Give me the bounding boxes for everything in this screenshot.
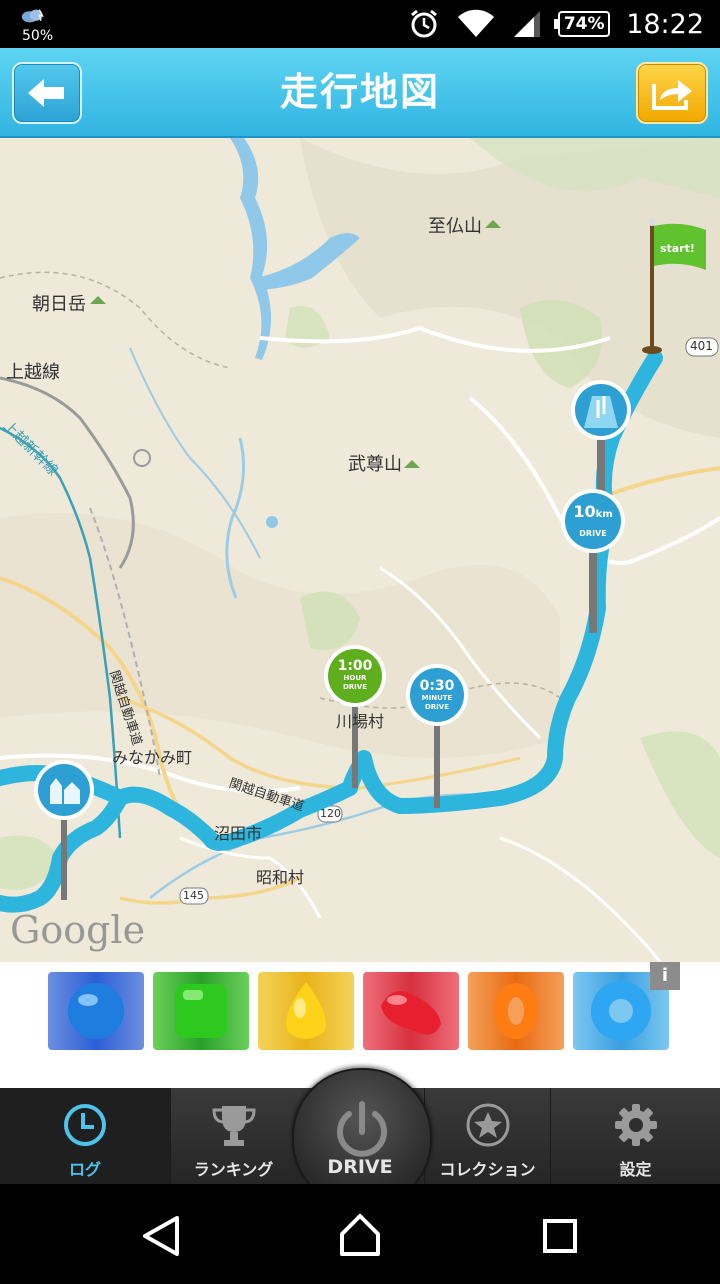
nav-home-button[interactable] <box>300 1184 420 1280</box>
app-header: 走行地図 <box>0 48 720 138</box>
tab-collection[interactable]: コレクション <box>424 1088 550 1184</box>
route-badge-120: 120 <box>320 807 341 820</box>
route-map[interactable]: 至仏山 朝日岳 上越線 上越新幹線 武尊山 川場村 みなかみ町 関越自動車道 関… <box>0 138 720 962</box>
tab-settings-label: 設定 <box>619 1160 652 1179</box>
tab-log[interactable]: ログ <box>0 1088 170 1184</box>
red-candy <box>363 972 459 1050</box>
nav-back-button[interactable] <box>100 1184 220 1280</box>
alarm-icon <box>411 9 438 38</box>
map-canvas <box>0 138 720 962</box>
drive-label: DRIVE <box>327 1156 393 1178</box>
orange-candy <box>468 972 564 1050</box>
map-label-kawaba: 川場村 <box>336 712 385 731</box>
home-icon <box>340 1214 380 1256</box>
page-title: 走行地図 <box>279 70 440 114</box>
ad-info-button[interactable]: i <box>650 962 680 990</box>
star-badge-icon <box>466 1103 509 1147</box>
recent-apps-icon <box>543 1219 577 1253</box>
back-icon <box>143 1216 179 1256</box>
marker-minute-text: 0:30 MINUTE DRIVE <box>419 678 455 711</box>
map-label-buson: 武尊山 <box>348 454 402 475</box>
route-badge-145: 145 <box>183 889 204 902</box>
start-flag-label: start! <box>660 242 695 255</box>
wifi-icon <box>458 9 495 38</box>
yellow-candy <box>258 972 354 1050</box>
ad-banner[interactable]: i <box>40 962 680 1060</box>
map-label-joetsu-line: 上越線 <box>6 362 60 383</box>
share-icon <box>652 80 692 110</box>
gear-icon <box>614 1104 657 1146</box>
map-label-numata: 沼田市 <box>214 824 263 843</box>
nav-recent-button[interactable] <box>500 1184 620 1280</box>
status-icons: 74% 18:22 <box>408 0 704 48</box>
weather-indicator: 50% <box>18 6 58 44</box>
map-label-minakami: みなかみ町 <box>112 748 193 767</box>
battery-icon: 74% <box>554 11 611 37</box>
marker-hour-text: 1:00 HOUR DRIVE <box>337 658 373 691</box>
tab-log-label: ログ <box>68 1160 101 1179</box>
map-label-asahi: 朝日岳 <box>32 294 86 315</box>
clock: 18:22 <box>626 8 704 40</box>
tab-ranking-label: ランキング <box>193 1160 274 1179</box>
drive-button[interactable]: DRIVE <box>292 1068 432 1208</box>
trophy-icon <box>211 1106 256 1146</box>
clock-icon <box>64 1104 106 1146</box>
system-nav-bar <box>0 1184 720 1280</box>
weather-cloud-icon <box>21 9 44 23</box>
tab-ranking[interactable]: ランキング <box>170 1088 296 1184</box>
google-attribution: Google <box>10 908 146 952</box>
tab-collection-label: コレクション <box>439 1160 536 1179</box>
route-badge-401: 401 <box>690 339 713 353</box>
tab-settings[interactable]: 設定 <box>550 1088 720 1184</box>
weather-percent: 50% <box>22 28 54 44</box>
blue-candy <box>48 972 144 1050</box>
share-button[interactable] <box>636 62 708 124</box>
map-label-showa: 昭和村 <box>256 868 305 887</box>
green-candy <box>153 972 249 1050</box>
status-bar: 50% 74% 18:22 <box>0 0 720 48</box>
marker-km-text: 10km DRIVE <box>573 502 613 538</box>
signal-icon <box>514 11 541 37</box>
map-label-shibutsu: 至仏山 <box>428 216 482 237</box>
